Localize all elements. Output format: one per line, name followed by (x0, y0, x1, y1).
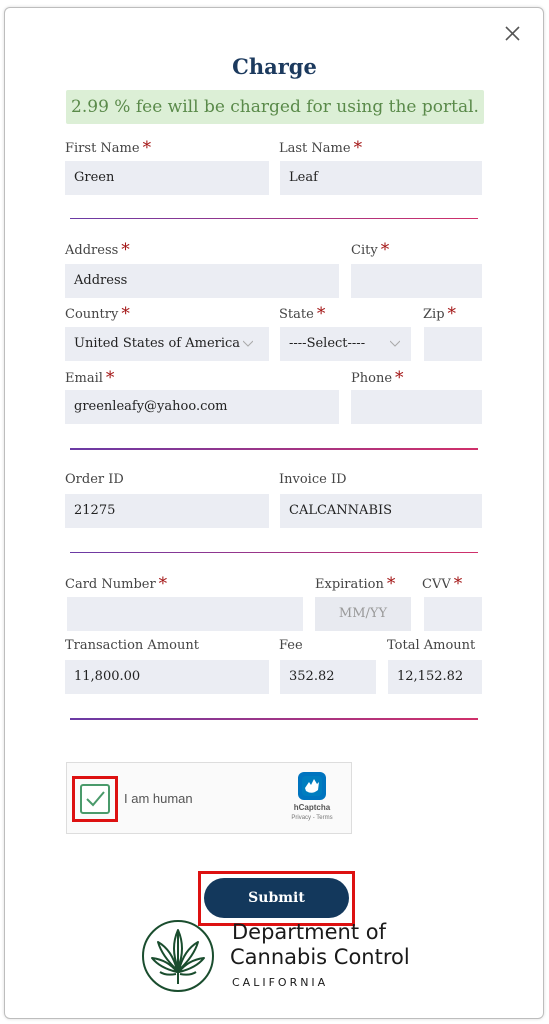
chevron-down-icon (243, 340, 253, 347)
order-id-field: 21275 (65, 494, 269, 528)
cvv-field[interactable] (424, 597, 482, 631)
address-field[interactable]: Address (65, 264, 339, 298)
email-label: Email * (65, 368, 115, 388)
first-name-field[interactable]: Green (65, 161, 269, 195)
agency-state: CALIFORNIA (232, 976, 329, 989)
section-divider (70, 552, 478, 553)
chevron-down-icon (390, 340, 400, 347)
country-select[interactable]: United States of America (65, 327, 269, 361)
last-name-field[interactable]: Leaf (280, 161, 482, 195)
last-name-label: Last Name * (279, 138, 363, 158)
form-title: Charge (232, 54, 317, 79)
email-field[interactable]: greenleafy@yahoo.com (65, 390, 339, 424)
submit-button[interactable]: Submit (204, 878, 349, 918)
first-name-label: First Name * (65, 138, 152, 158)
human-checkbox[interactable] (80, 784, 110, 814)
close-icon[interactable] (500, 20, 526, 46)
country-select-value: United States of America (65, 327, 269, 361)
transaction-amount-label: Transaction Amount (65, 638, 199, 653)
cvv-label: CVV * (422, 574, 463, 594)
card-number-label: Card Number * (65, 574, 168, 594)
city-field[interactable] (351, 264, 482, 298)
section-divider (70, 448, 478, 450)
expiration-field[interactable]: MM/YY (315, 597, 411, 631)
phone-label: Phone * (351, 368, 404, 388)
zip-field[interactable] (424, 327, 482, 361)
city-label: City * (351, 240, 390, 260)
expiration-label: Expiration * (315, 574, 396, 594)
hcaptcha-brand: hCaptcha (293, 803, 331, 812)
cannabis-leaf-logo-icon (142, 920, 214, 992)
agency-name-line2: Cannabis Control (230, 945, 410, 969)
address-label: Address * (65, 240, 130, 260)
state-label: State * (279, 304, 326, 324)
card-number-field[interactable] (67, 597, 303, 631)
hcaptcha-logo-icon (298, 772, 326, 800)
fee-notice: 2.99 % fee will be charged for using the… (66, 90, 484, 124)
transaction-amount-field: 11,800.00 (65, 660, 269, 694)
human-checkbox-label: I am human (124, 791, 193, 806)
agency-name-line1: Department of (232, 920, 386, 944)
zip-label: Zip * (423, 304, 457, 324)
invoice-id-field: CALCANNABIS (280, 494, 482, 528)
order-id-label: Order ID (65, 472, 124, 487)
invoice-id-label: Invoice ID (279, 472, 347, 487)
phone-field[interactable] (351, 390, 482, 424)
fee-field: 352.82 (280, 660, 376, 694)
section-divider (70, 218, 478, 219)
hcaptcha-links[interactable]: Privacy - Terms (280, 815, 344, 821)
check-icon (86, 791, 105, 807)
fee-label: Fee (279, 638, 303, 653)
section-divider (70, 718, 478, 720)
total-amount-field: 12,152.82 (388, 660, 482, 694)
country-label: Country * (65, 304, 130, 324)
state-select[interactable]: ----Select---- (280, 327, 411, 361)
total-amount-label: Total Amount (387, 638, 476, 653)
